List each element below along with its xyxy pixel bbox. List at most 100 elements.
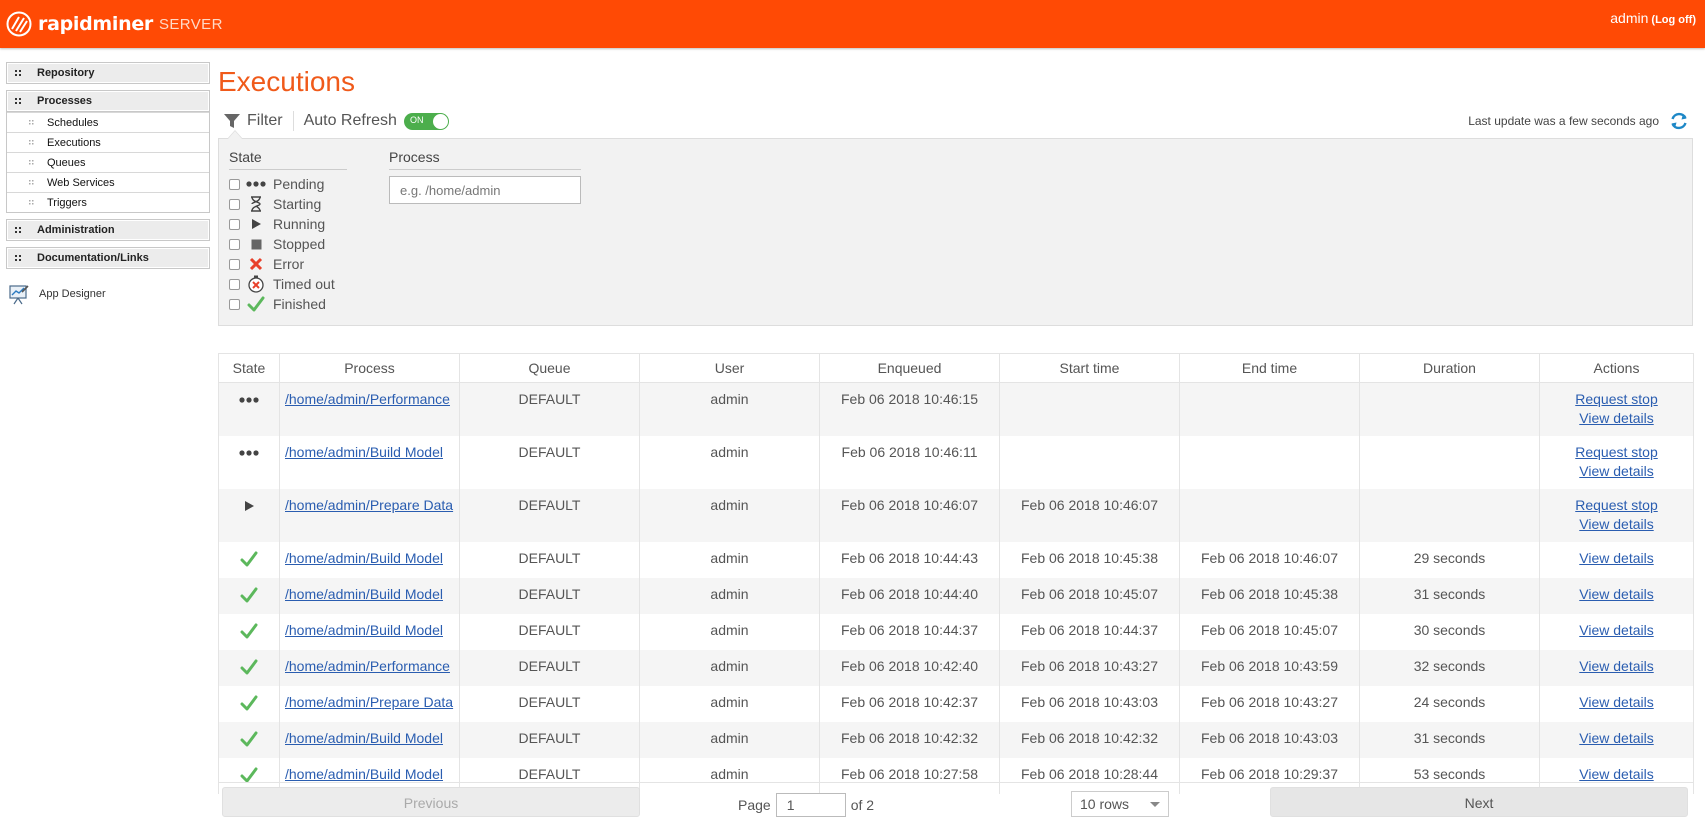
view-details-link[interactable]: View details <box>1541 408 1692 429</box>
nav-item-executions[interactable]: Executions <box>7 132 209 152</box>
duration-cell: 31 seconds <box>1359 722 1540 758</box>
enqueued-cell: Feb 06 2018 10:42:40 <box>819 650 1000 686</box>
pagination: Previous Page of 2 10 rows Next <box>218 782 1693 817</box>
process-filter-input[interactable] <box>389 176 581 204</box>
duration-cell <box>1359 489 1540 542</box>
column-header-duration: Duration <box>1359 353 1540 383</box>
nav-header-processes[interactable]: Processes <box>6 90 210 112</box>
process-link[interactable]: /home/admin/Build Model <box>285 730 458 746</box>
process-cell: /home/admin/Build Model <box>279 542 460 578</box>
nav-item-queues[interactable]: Queues <box>7 152 209 172</box>
duration-cell: 24 seconds <box>1359 686 1540 722</box>
previous-page-button[interactable]: Previous <box>222 787 640 817</box>
process-link[interactable]: /home/admin/Build Model <box>285 444 458 460</box>
nav-section-administration: Administration <box>6 219 210 241</box>
state-checkbox-error[interactable] <box>229 258 240 270</box>
filter-button[interactable]: Filter <box>218 112 283 130</box>
auto-refresh-toggle[interactable]: ON <box>403 112 449 130</box>
nav-item-triggers[interactable]: Triggers <box>7 192 209 212</box>
process-link[interactable]: /home/admin/Performance <box>285 658 458 674</box>
refresh-icon[interactable] <box>1668 110 1690 132</box>
end-time-cell: Feb 06 2018 10:45:07 <box>1179 614 1360 650</box>
nav-header-administration[interactable]: Administration <box>6 219 210 241</box>
view-details-link[interactable]: View details <box>1541 461 1692 482</box>
end-time-cell <box>1179 489 1360 542</box>
grip-dots-icon <box>15 97 21 104</box>
nav-item-label: Web Services <box>47 176 115 189</box>
view-details-link[interactable]: View details <box>1541 584 1692 605</box>
queue-cell: DEFAULT <box>459 650 640 686</box>
state-checkbox-pending[interactable] <box>229 178 240 190</box>
logo[interactable]: rapidminer SERVER <box>6 7 223 41</box>
user-cell: admin <box>639 382 820 436</box>
checkmark-icon <box>239 731 259 747</box>
stop-icon <box>246 236 266 252</box>
state-checkbox-timed-out[interactable] <box>229 278 240 290</box>
play-icon <box>239 498 259 514</box>
queue-cell: DEFAULT <box>459 542 640 578</box>
process-cell: /home/admin/Prepare Data <box>279 489 460 542</box>
user-cell: admin <box>639 578 820 614</box>
grip-dots-icon <box>15 254 21 261</box>
process-link[interactable]: /home/admin/Build Model <box>285 622 458 638</box>
view-details-link[interactable]: View details <box>1541 692 1692 713</box>
process-link[interactable]: /home/admin/Performance <box>285 391 458 407</box>
checkmark-icon <box>239 695 259 711</box>
column-header-state: State <box>218 353 280 383</box>
column-header-actions: Actions <box>1539 353 1694 383</box>
actions-cell: Request stop View details <box>1539 489 1694 542</box>
nav-header-repository[interactable]: Repository <box>6 62 210 84</box>
nav-header-label: Repository <box>37 67 95 79</box>
executions-table: State Process Queue User Enqueued Start time E… <box>218 353 1694 794</box>
state-cell <box>218 382 280 436</box>
enqueued-cell: Feb 06 2018 10:44:37 <box>819 614 1000 650</box>
request-stop-link[interactable]: Request stop <box>1541 389 1692 410</box>
request-stop-link[interactable]: Request stop <box>1541 495 1692 516</box>
page-number-input[interactable] <box>775 793 846 817</box>
process-link[interactable]: /home/admin/Prepare Data <box>285 694 458 710</box>
nav-sub-list: Schedules Executions Queues Web Services… <box>6 112 210 213</box>
view-details-link[interactable]: View details <box>1541 620 1692 641</box>
enqueued-cell: Feb 06 2018 10:42:37 <box>819 686 1000 722</box>
process-link[interactable]: /home/admin/Build Model <box>285 550 458 566</box>
filter-label: Filter <box>247 112 283 129</box>
rows-per-page-select[interactable]: 10 rows <box>1071 791 1169 817</box>
process-link[interactable]: /home/admin/Build Model <box>285 766 458 782</box>
state-filter-running: Running <box>229 214 347 234</box>
state-cell <box>218 578 280 614</box>
nav-item-web-services[interactable]: Web Services <box>7 172 209 192</box>
process-cell: /home/admin/Build Model <box>279 722 460 758</box>
nav-header-documentation[interactable]: Documentation/Links <box>6 247 210 269</box>
auto-refresh-label: Auto Refresh <box>303 112 397 129</box>
process-link[interactable]: /home/admin/Build Model <box>285 586 458 602</box>
process-link[interactable]: /home/admin/Prepare Data <box>285 497 458 513</box>
next-page-button[interactable]: Next <box>1270 787 1688 817</box>
nav-item-label: Executions <box>47 136 101 149</box>
grip-dots-icon <box>29 160 34 165</box>
state-checkbox-running[interactable] <box>229 218 240 230</box>
state-checkbox-stopped[interactable] <box>229 238 240 250</box>
view-details-link[interactable]: View details <box>1541 514 1692 535</box>
queue-cell: DEFAULT <box>459 686 640 722</box>
state-cell <box>218 614 280 650</box>
state-checkbox-finished[interactable] <box>229 298 240 310</box>
logoff-link[interactable]: (Log off) <box>1651 14 1696 26</box>
view-details-link[interactable]: View details <box>1541 656 1692 677</box>
nav-item-label: Schedules <box>47 116 99 129</box>
queue-cell: DEFAULT <box>459 436 640 489</box>
app-designer-link[interactable]: App Designer <box>6 283 210 305</box>
enqueued-cell: Feb 06 2018 10:44:40 <box>819 578 1000 614</box>
table-row: /home/admin/Performance DEFAULT admin Feb 0… <box>218 650 1694 686</box>
top-bar: rapidminer SERVER admin (Log off) <box>0 0 1705 48</box>
nav-item-schedules[interactable]: Schedules <box>7 112 209 132</box>
view-details-link[interactable]: View details <box>1541 728 1692 749</box>
view-details-link[interactable]: View details <box>1541 548 1692 569</box>
play-icon <box>246 216 266 232</box>
actions-cell: View details <box>1539 686 1694 722</box>
state-filter-label: State <box>229 149 347 170</box>
start-time-cell: Feb 06 2018 10:46:07 <box>999 489 1180 542</box>
request-stop-link[interactable]: Request stop <box>1541 442 1692 463</box>
state-label: Starting <box>273 196 322 212</box>
process-cell: /home/admin/Performance <box>279 382 460 436</box>
state-checkbox-starting[interactable] <box>229 198 240 210</box>
